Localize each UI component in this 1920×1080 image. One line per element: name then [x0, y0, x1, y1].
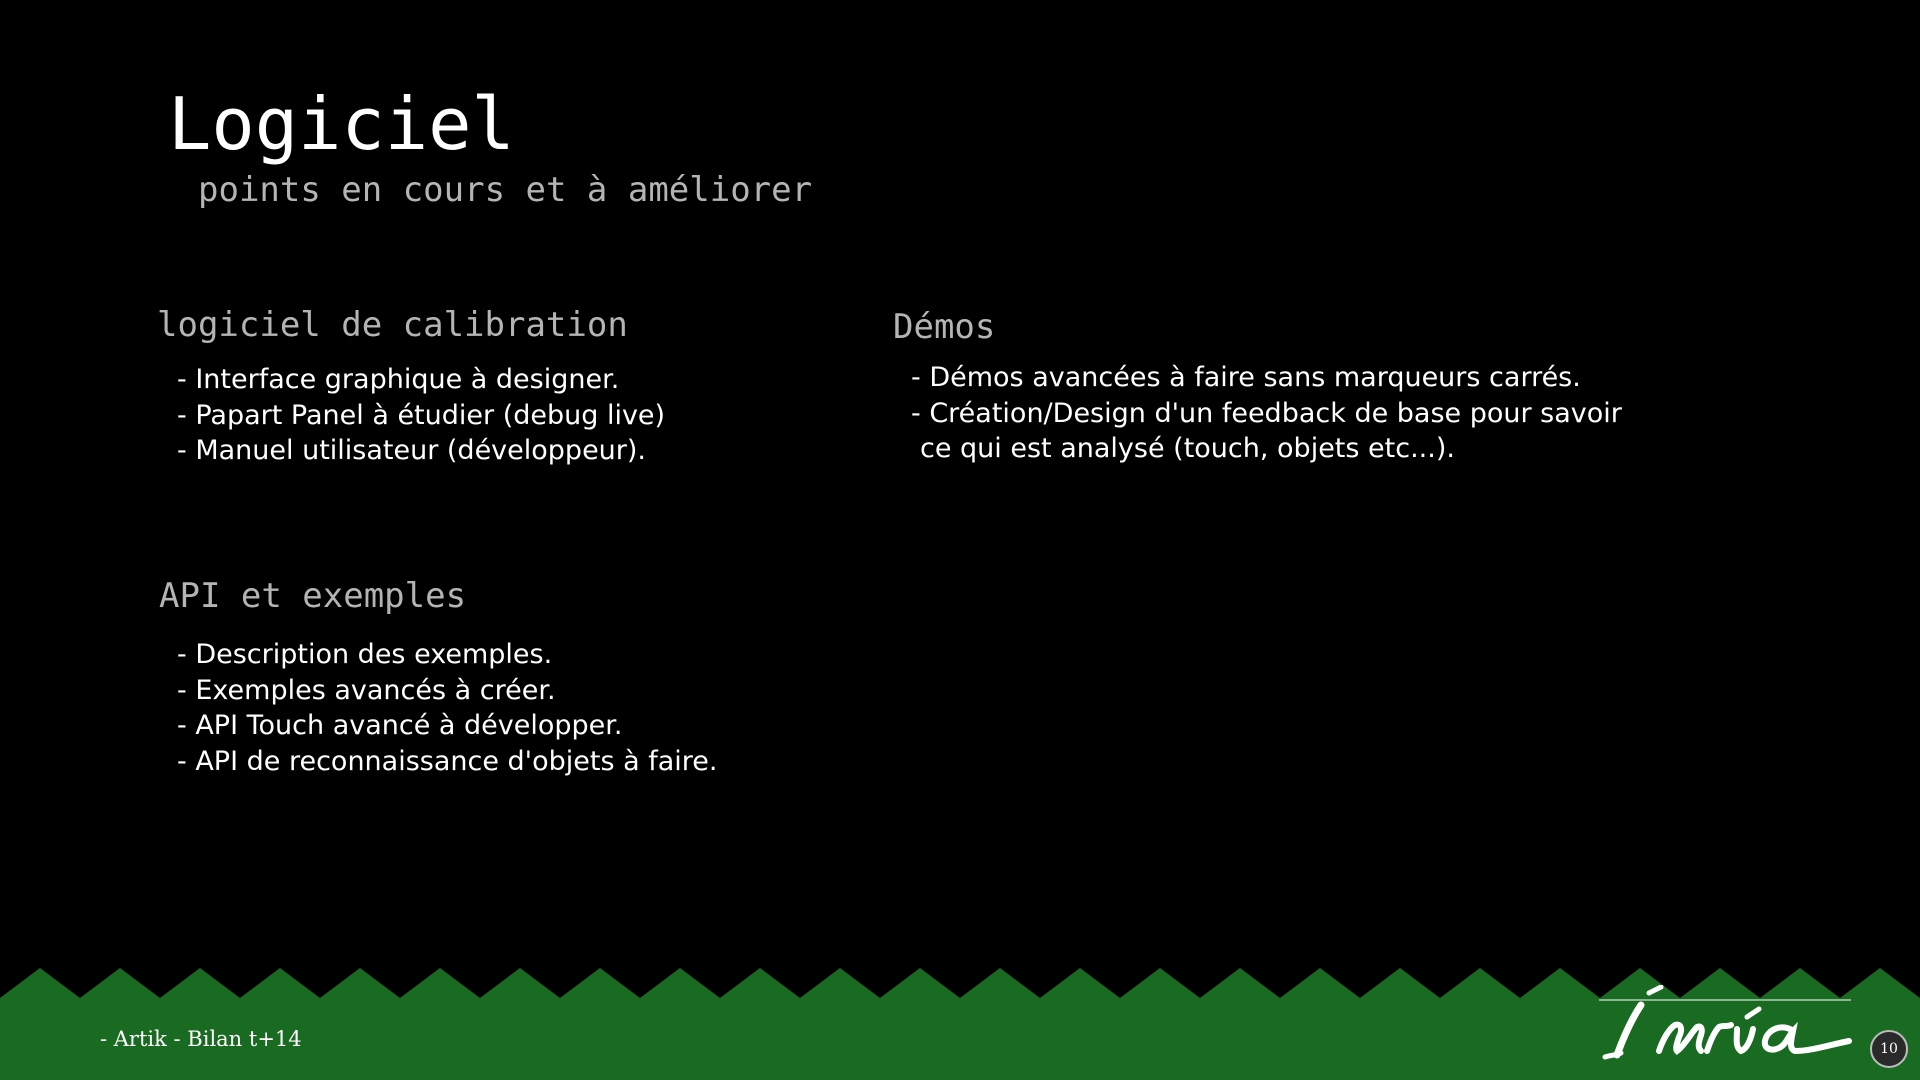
list-item: - Manuel utilisateur (développeur). [177, 435, 647, 466]
list-item: - Papart Panel à étudier (debug live) [177, 399, 666, 431]
inria-logo-icon [1599, 984, 1852, 1060]
slide: Logiciel points en cours et à améliorer … [0, 0, 1920, 1080]
slide-title: Logiciel [168, 82, 515, 166]
calibration-list: - Interface graphique à designer. - Papa… [177, 362, 665, 469]
list-item: - Démos avancées à faire sans marqueurs … [911, 362, 1581, 393]
api-list: - Description des exemples. - Exemples a… [177, 637, 718, 779]
list-item: - Exemples avancés à créer. [177, 674, 556, 706]
section-heading-api: API et exemples [159, 576, 467, 616]
slide-subtitle: points en cours et à améliorer [198, 170, 813, 210]
list-item: - Interface graphique à designer. [177, 364, 620, 395]
page-number-badge: 10 [1870, 1030, 1908, 1068]
section-heading-demos: Démos [893, 307, 996, 347]
list-item: ce qui est analysé (touch, objets etc...… [920, 433, 1455, 464]
list-item: - API de reconnaissance d'objets à faire… [177, 745, 718, 777]
footer-text: - Artik - Bilan t+14 [100, 1027, 302, 1051]
section-heading-calibration: logiciel de calibration [157, 305, 628, 345]
list-item: - Création/Design d'un feedback de base … [911, 397, 1622, 429]
demos-list: - Démos avancées à faire sans marqueurs … [911, 360, 1622, 467]
list-item: - API Touch avancé à développer. [177, 710, 623, 741]
inria-logo [1597, 984, 1853, 1069]
list-item: - Description des exemples. [177, 639, 553, 670]
